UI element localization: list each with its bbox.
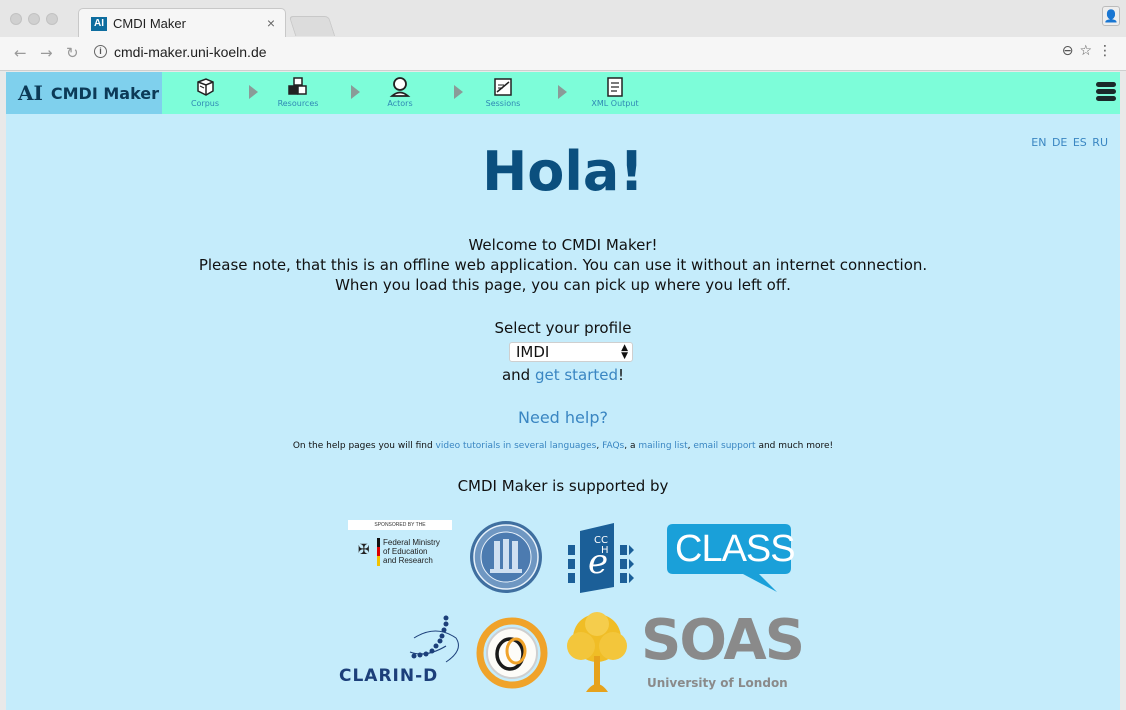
address-bar[interactable]: i cmdi-maker.uni-koeln.de [90, 41, 1090, 66]
resources-icon [288, 77, 307, 95]
tab-title: CMDI Maker [113, 16, 186, 31]
forward-arrow-icon[interactable]: → [40, 44, 53, 62]
started-prefix: and [501, 366, 535, 384]
class-logo[interactable]: CLASS [665, 522, 796, 594]
profile-select[interactable]: IMDI ▲ ▼ [509, 342, 633, 362]
clarin-d-logo[interactable]: CLARIN-D [336, 610, 466, 692]
welcome-text: Welcome to CMDI Maker! Please note, that… [6, 235, 1120, 295]
select-updown-icon: ▲ ▼ [621, 343, 628, 361]
nav-step-xml-output[interactable]: XML Output [580, 76, 650, 108]
info-icon[interactable]: i [94, 45, 107, 58]
back-arrow-icon[interactable]: ← [14, 44, 27, 62]
cceh-logo[interactable]: e CC H [566, 521, 638, 595]
started-suffix: ! [618, 366, 625, 384]
faqs-link[interactable]: FAQs [602, 441, 624, 451]
toolbar-actions: ⊖☆⋮ [1062, 43, 1118, 59]
browser-tab[interactable]: AI CMDI Maker × [78, 8, 286, 38]
url-text: cmdi-maker.uni-koeln.de [114, 44, 267, 60]
help-separator: , a [624, 441, 639, 451]
flag-gold-stripe [377, 556, 380, 566]
bmbf-sponsored-label: SPONSORED BY THE [348, 520, 452, 530]
nav-step-label: Resources [277, 99, 319, 108]
video-tutorials-link[interactable]: video tutorials in several languages [436, 441, 597, 451]
bmbf-line: Federal Ministry [383, 538, 440, 547]
xml-output-icon [607, 77, 623, 97]
email-support-link[interactable]: email support [693, 441, 755, 451]
window-minimize-button[interactable] [28, 13, 40, 25]
step-arrow-icon [558, 85, 567, 99]
nav-step-label: Corpus [190, 99, 220, 108]
help-description: On the help pages you will find video tu… [6, 441, 1120, 451]
sessions-icon [494, 78, 512, 96]
user-profile-icon[interactable]: 👤 [1102, 6, 1120, 26]
mailing-list-link[interactable]: mailing list [638, 441, 687, 451]
nav-step-corpus[interactable]: Corpus [170, 76, 240, 108]
step-arrow-icon [249, 85, 258, 99]
browser-menu-icon[interactable]: ⋮ [1098, 43, 1118, 59]
profile-select-label: Select your profile [494, 319, 632, 337]
profile-selected-value: IMDI [516, 343, 550, 361]
flag-black-stripe [377, 538, 380, 547]
window-close-button[interactable] [10, 13, 22, 25]
soas-subtitle: University of London [647, 676, 788, 690]
nav-step-resources[interactable]: Resources [263, 76, 333, 108]
app-name: CMDI Maker [50, 83, 160, 103]
page-title: Hola! [482, 140, 644, 203]
welcome-line: Welcome to CMDI Maker! [468, 236, 658, 254]
nav-step-actors[interactable]: Actors [365, 76, 435, 108]
corpus-icon [197, 78, 214, 96]
app-logo: AI [18, 81, 43, 105]
browser-tab-strip: AI CMDI Maker × 👤 [0, 0, 1126, 38]
soas-text: SOAS [641, 608, 805, 673]
tab-favicon: AI [91, 17, 107, 31]
need-help-link[interactable]: Need help? [518, 408, 608, 427]
svg-text:H: H [601, 545, 609, 556]
nav-step-sessions[interactable]: Sessions [468, 76, 538, 108]
nav-step-label: XML Output [591, 99, 639, 108]
need-help-section: Need help? [6, 408, 1120, 427]
clarin-d-text: CLARIN-D [339, 666, 439, 686]
reload-icon[interactable]: ↻ [66, 44, 79, 62]
circular-swirl-logo[interactable] [476, 614, 548, 692]
new-tab-button[interactable] [288, 16, 336, 36]
get-started-link[interactable]: get started [535, 366, 618, 384]
bookmark-star-icon[interactable]: ☆ [1079, 43, 1098, 59]
nav-step-label: Sessions [485, 99, 521, 108]
hamburger-icon[interactable] [1096, 82, 1116, 103]
help-prefix: On the help pages you will find [292, 441, 436, 451]
zoom-icon[interactable]: ⊖ [1062, 43, 1080, 59]
app-navigation-bar: AI CMDI Maker Corpus Resources Actors Se… [6, 72, 1120, 114]
tree-icon [567, 612, 627, 692]
flag-red-stripe [377, 547, 380, 556]
welcome-line: Please note, that this is an offline web… [198, 256, 928, 274]
browser-toolbar: ← → ↻ i cmdi-maker.uni-koeln.de ⊖☆⋮ [0, 37, 1126, 71]
supported-by-heading: CMDI Maker is supported by [457, 477, 669, 495]
bmbf-text: Federal Ministry of Education and Resear… [383, 538, 440, 565]
class-logo-text: CLASS [675, 528, 796, 570]
cmdi-maker-app: AI CMDI Maker Corpus Resources Actors Se… [6, 72, 1120, 710]
bmbf-logo[interactable]: SPONSORED BY THE ✠ Federal Ministry of E… [348, 520, 452, 594]
step-arrow-icon [454, 85, 463, 99]
help-suffix: and much more! [755, 441, 834, 451]
welcome-line: When you load this page, you can pick up… [335, 276, 791, 294]
actors-icon [389, 77, 411, 97]
close-tab-icon[interactable]: × [267, 15, 275, 31]
bmbf-line: and Research [383, 556, 433, 565]
university-cologne-seal[interactable] [468, 519, 544, 595]
step-arrow-icon [351, 85, 360, 99]
window-zoom-button[interactable] [46, 13, 58, 25]
get-started-line: and get started! [6, 366, 1120, 384]
brand[interactable]: AI CMDI Maker [6, 72, 162, 114]
soas-logo[interactable]: SOAS University of London [561, 608, 805, 696]
bmbf-line: of Education [383, 547, 428, 556]
eagle-icon: ✠ [358, 542, 370, 558]
nav-step-label: Actors [387, 99, 413, 108]
